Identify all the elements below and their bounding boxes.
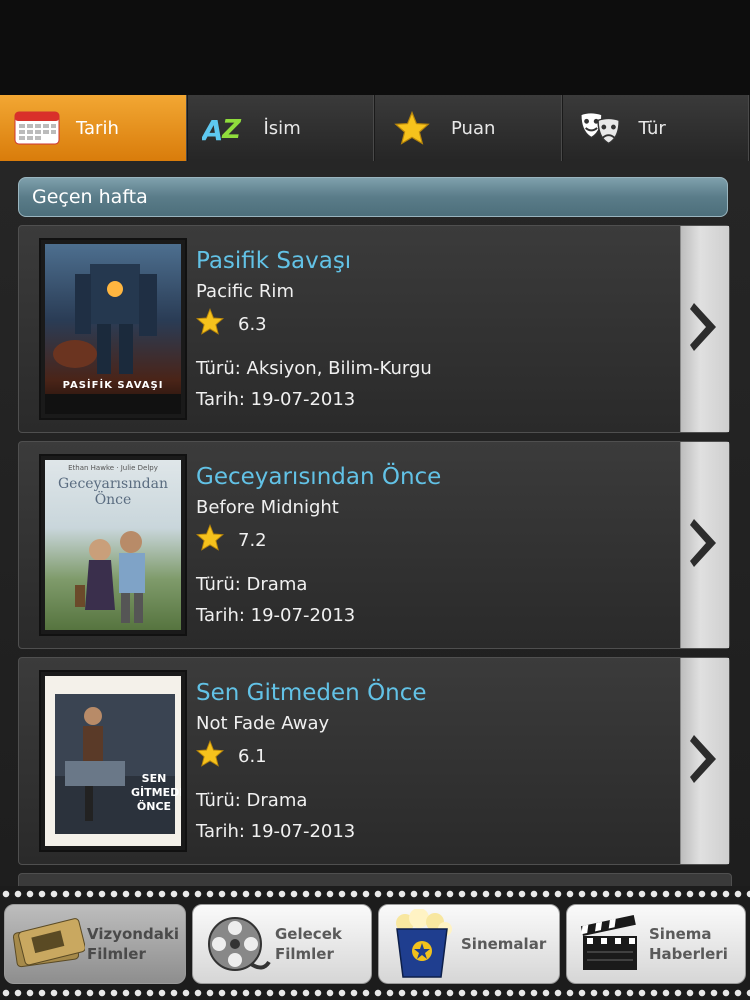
az-sort-icon: A Z (202, 108, 248, 148)
detail-arrow-button[interactable] (680, 226, 729, 432)
nav-label: Vizyondaki Filmler (87, 924, 179, 963)
rating-value: 6.1 (238, 745, 267, 767)
movie-rating: 7.2 (195, 523, 267, 556)
nav-sinema-haberleri[interactable]: Sinema Haberleri (566, 904, 746, 984)
sort-tab-bar: Tarih A Z İsim Puan Tür (0, 95, 750, 162)
bottom-nav-bar: Vizyondaki Filmler Gelecek Filmler Sinem (0, 886, 750, 1000)
chevron-right-icon (688, 513, 722, 577)
movie-original-title: Pacific Rim (196, 281, 294, 302)
tab-tur[interactable]: Tür (563, 95, 750, 161)
tab-tarih[interactable]: Tarih (0, 95, 188, 161)
detail-arrow-button[interactable] (680, 658, 729, 864)
popcorn-icon (383, 909, 461, 979)
clapperboard-icon (571, 909, 649, 979)
star-icon (195, 523, 225, 556)
chevron-right-icon (688, 297, 722, 361)
movie-date: Tarih: 19-07-2013 (196, 389, 356, 410)
status-area (0, 0, 750, 95)
rating-value: 6.3 (238, 313, 267, 335)
movie-date: Tarih: 19-07-2013 (196, 821, 356, 842)
nav-label: Gelecek Filmler (275, 924, 342, 963)
movie-poster: SEN GİTMEDEN ÖNCE (39, 670, 187, 852)
star-icon (389, 108, 435, 148)
detail-arrow-button[interactable] (680, 442, 729, 648)
section-header: Geçen hafta (18, 177, 728, 217)
movie-genre: Türü: Drama (196, 790, 308, 811)
movie-poster: PASİFİK SAVAŞI (39, 238, 187, 420)
movie-card[interactable]: PASİFİK SAVAŞI Pasifik Savaşı Pacific Ri… (18, 225, 730, 433)
movie-poster: Ethan Hawke · Julie Delpy Geceyarısından… (39, 454, 187, 636)
movie-title: Sen Gitmeden Önce (196, 680, 427, 706)
chevron-right-icon (688, 729, 722, 793)
calendar-icon (14, 108, 60, 148)
movie-title: Geceyarısından Önce (196, 464, 442, 490)
tab-label: Puan (451, 117, 496, 139)
nav-label: Sinema Haberleri (649, 924, 728, 963)
film-strip-edge (0, 889, 750, 899)
film-reel-icon (197, 909, 275, 979)
tab-label: Tür (638, 117, 666, 139)
movie-list: Geçen hafta PASİFİK SAVAŞI Pasifik Savaş… (0, 161, 750, 886)
movie-original-title: Before Midnight (196, 497, 339, 518)
poster-caption: PASİFİK SAVAŞI (62, 380, 164, 391)
movie-card[interactable]: SEN GİTMEDEN ÖNCE Sen Gitmeden Önce Not … (18, 657, 730, 865)
nav-sinemalar[interactable]: Sinemalar (378, 904, 560, 984)
nav-vizyondaki-filmler[interactable]: Vizyondaki Filmler (4, 904, 186, 984)
film-strip-edge (0, 988, 750, 998)
poster-caption: SEN GİTMEDEN ÖNCE (131, 772, 181, 813)
theater-masks-icon (577, 108, 623, 148)
movie-genre: Türü: Aksiyon, Bilim-Kurgu (196, 358, 432, 379)
tab-puan[interactable]: Puan (375, 95, 563, 161)
svg-text:Z: Z (221, 115, 242, 145)
ticket-icon (9, 909, 87, 979)
section-title: Geçen hafta (32, 186, 148, 208)
movie-title: Pasifik Savaşı (196, 248, 352, 274)
nav-gelecek-filmler[interactable]: Gelecek Filmler (192, 904, 372, 984)
nav-label: Sinemalar (461, 934, 547, 953)
movie-rating: 6.3 (195, 307, 267, 340)
tab-label: İsim (263, 117, 301, 139)
star-icon (195, 739, 225, 772)
movie-card[interactable]: Ethan Hawke · Julie Delpy Geceyarısından… (18, 441, 730, 649)
star-icon (195, 307, 225, 340)
tab-label: Tarih (76, 117, 119, 139)
movie-card-partial[interactable] (18, 873, 732, 886)
tab-isim[interactable]: A Z İsim (188, 95, 375, 161)
svg-text:A: A (202, 114, 223, 147)
rating-value: 7.2 (238, 529, 267, 551)
movie-rating: 6.1 (195, 739, 267, 772)
movie-genre: Türü: Drama (196, 574, 308, 595)
movie-date: Tarih: 19-07-2013 (196, 605, 356, 626)
movie-original-title: Not Fade Away (196, 713, 330, 734)
